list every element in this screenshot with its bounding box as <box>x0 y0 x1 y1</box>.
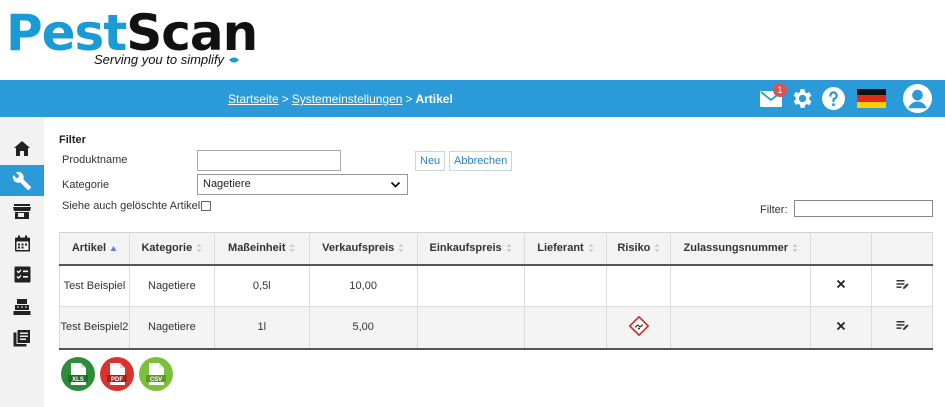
articles-table: Artikel Kategorie Maßeinheit Verkaufspre… <box>59 232 933 350</box>
cell-sale-price: 10,00 <box>308 264 418 307</box>
cell-purchase-price <box>416 306 525 350</box>
sidebar-item-home[interactable] <box>0 133 44 164</box>
user-account-button[interactable] <box>902 83 933 117</box>
export-csv-button[interactable]: CSV <box>138 356 174 392</box>
category-label: Kategorie <box>62 179 110 191</box>
chevron-down-icon <box>390 181 401 188</box>
export-pdf-label: PDF <box>111 377 123 383</box>
sidebar <box>0 117 44 407</box>
logo-tagline: Serving you to simplify <box>94 52 225 67</box>
cell-edit <box>871 264 933 307</box>
cell-risk <box>606 306 672 350</box>
cell-category: Nagetiere <box>128 306 215 350</box>
cell-unit: 0,5l <box>213 264 310 307</box>
column-header-supplier[interactable]: Lieferant <box>523 232 608 266</box>
column-header-category[interactable]: Kategorie <box>128 232 215 266</box>
edit-icon[interactable] <box>896 320 909 331</box>
gear-icon <box>793 89 812 108</box>
product-name-input[interactable] <box>197 150 341 171</box>
user-avatar-icon <box>902 83 933 114</box>
checklist-icon <box>14 266 30 283</box>
filter-search-label: Filter: <box>760 204 788 216</box>
top-navigation-bar: Startseite > Systemeinstellungen > Artikel 1 <box>0 80 945 117</box>
help-button[interactable] <box>821 86 846 114</box>
ghs-hazard-icon <box>628 315 650 337</box>
logo-tag-icon <box>229 57 239 63</box>
cell-delete <box>810 264 873 307</box>
export-pdf-button[interactable]: PDF <box>99 356 135 392</box>
home-icon <box>14 141 30 156</box>
column-header-delete <box>810 232 873 266</box>
cell-article: Test Beispiel <box>59 264 130 307</box>
cell-category: Nagetiere <box>128 264 215 307</box>
unread-badge: 1 <box>773 83 787 97</box>
column-header-sale-price[interactable]: Verkaufspreis <box>308 232 418 266</box>
sort-icon <box>654 243 660 253</box>
sidebar-item-tasks[interactable] <box>0 259 44 290</box>
cell-risk <box>606 264 672 307</box>
new-button[interactable]: Neu <box>415 151 446 171</box>
breadcrumb-current: Artikel <box>415 92 453 106</box>
cell-article: Test Beispiel2 <box>59 306 130 350</box>
cell-sale-price: 5,00 <box>308 306 418 350</box>
cell-edit <box>871 306 933 350</box>
breadcrumb: Startseite > Systemeinstellungen > Artikel <box>228 92 453 106</box>
help-icon <box>822 87 845 110</box>
product-name-label: Produktname <box>62 154 128 166</box>
sidebar-item-shop[interactable] <box>0 196 44 227</box>
show-deleted-checkbox[interactable] <box>201 201 211 211</box>
cell-supplier <box>523 264 608 307</box>
sort-icon <box>588 243 594 253</box>
sidebar-item-calendar[interactable] <box>0 228 44 259</box>
cash-register-icon <box>13 298 31 315</box>
store-icon <box>13 204 31 219</box>
delete-icon[interactable] <box>836 321 846 331</box>
edit-icon[interactable] <box>896 279 909 290</box>
table-row[interactable]: Test Beispiel Nagetiere 0,5l 10,00 <box>59 264 933 307</box>
cell-delete <box>810 306 873 350</box>
table-row[interactable]: Test Beispiel2 Nagetiere 1l 5,00 <box>59 306 933 350</box>
export-xls-button[interactable]: XLS <box>60 356 96 392</box>
export-xls-label: XLS <box>72 377 84 383</box>
sort-asc-icon <box>110 245 117 251</box>
category-select[interactable]: Nagetiere <box>197 174 408 195</box>
cell-approval-number <box>670 306 812 350</box>
breadcrumb-home-link[interactable]: Startseite <box>228 92 279 106</box>
settings-button[interactable] <box>789 86 814 114</box>
sort-icon <box>792 243 798 253</box>
column-header-edit <box>871 232 933 266</box>
category-select-value: Nagetiere <box>203 178 251 190</box>
sort-icon <box>506 243 512 253</box>
breadcrumb-settings-link[interactable]: Systemeinstellungen <box>292 92 403 106</box>
column-header-purchase-price[interactable]: Einkaufspreis <box>416 232 525 266</box>
sidebar-item-catalog[interactable] <box>0 322 44 353</box>
cell-approval-number <box>670 264 812 307</box>
filter-title: Filter <box>59 134 86 146</box>
sort-icon <box>196 243 202 253</box>
cell-purchase-price <box>416 264 525 307</box>
export-csv-label: CSV <box>150 377 162 383</box>
column-header-unit[interactable]: Maßeinheit <box>213 232 310 266</box>
pestscan-logo[interactable]: PestScan Serving you to simplify <box>6 4 258 76</box>
sidebar-item-settings[interactable] <box>0 165 44 196</box>
show-deleted-label: Siehe auch gelöschte Artikel <box>62 200 201 212</box>
wrench-icon <box>12 171 32 190</box>
language-flag-de[interactable] <box>857 89 886 108</box>
sort-icon <box>398 243 404 253</box>
cancel-button[interactable]: Abbrechen <box>449 151 513 171</box>
table-header-row: Artikel Kategorie Maßeinheit Verkaufspre… <box>59 232 933 266</box>
library-icon <box>13 328 31 346</box>
cell-supplier <box>523 306 608 350</box>
filter-search-input[interactable] <box>794 200 933 217</box>
cell-unit: 1l <box>213 306 310 350</box>
calendar-icon <box>14 235 30 252</box>
delete-icon[interactable] <box>836 279 846 289</box>
sidebar-item-cashier[interactable] <box>0 291 44 322</box>
sort-icon <box>289 243 295 253</box>
column-header-approval-number[interactable]: Zulassungsnummer <box>670 232 812 266</box>
messages-button[interactable]: 1 <box>759 83 787 110</box>
column-header-risk[interactable]: Risiko <box>606 232 672 266</box>
column-header-article[interactable]: Artikel <box>59 232 130 266</box>
